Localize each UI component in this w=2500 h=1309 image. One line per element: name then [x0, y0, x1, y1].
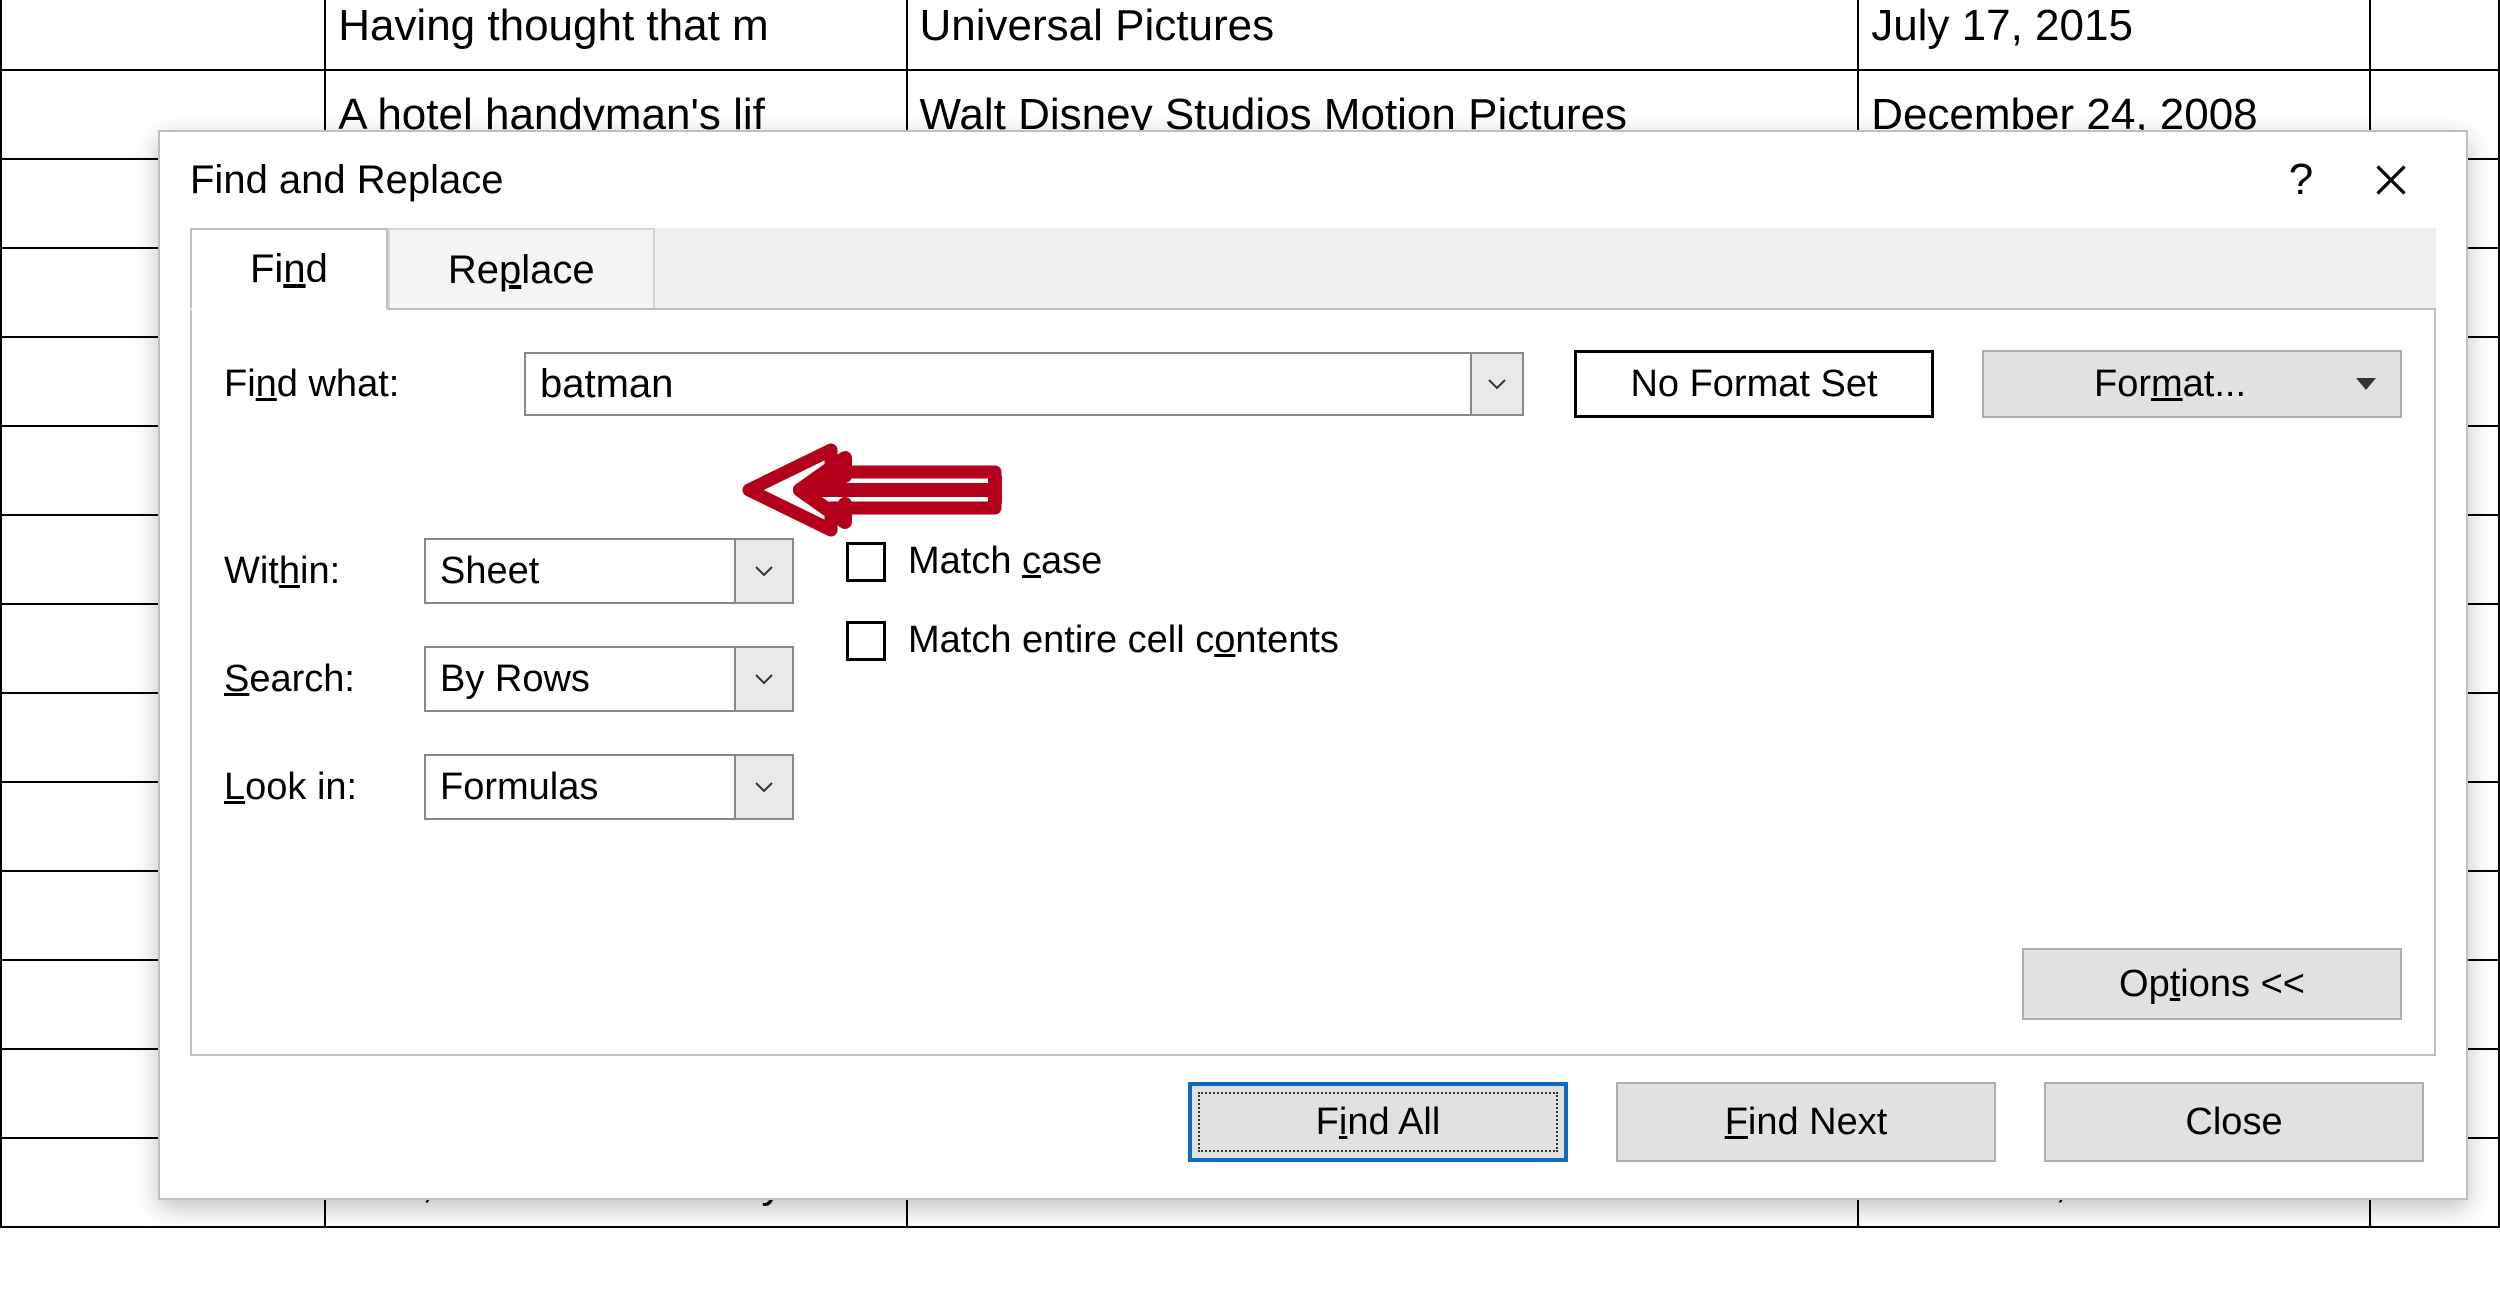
match-case-checkbox[interactable]: Match case	[846, 540, 1339, 583]
cell[interactable]	[1, 0, 325, 70]
find-what-row: Find what: No Format Set Format...	[224, 350, 2402, 418]
chevron-down-icon	[734, 756, 792, 818]
search-options: Within: Sheet Search: By Rows	[224, 538, 2402, 820]
format-preview: No Format Set	[1574, 350, 1934, 418]
within-value: Sheet	[426, 550, 734, 593]
chevron-down-icon	[734, 540, 792, 602]
format-button[interactable]: Format...	[1982, 350, 2402, 418]
checkbox-icon	[846, 621, 886, 661]
options-toggle-button[interactable]: Options <<	[2022, 948, 2402, 1020]
dialog-footer: Find All Find Next Close	[160, 1056, 2466, 1198]
dialog-body: Find Replace Find what: No Format Set	[190, 228, 2436, 1056]
find-all-button[interactable]: Find All	[1188, 1082, 1568, 1162]
search-select[interactable]: By Rows	[424, 646, 794, 712]
find-replace-dialog: Find and Replace ? Find Replace Find wha…	[158, 130, 2468, 1200]
tab-strip: Find Replace	[190, 228, 655, 310]
within-label: Within:	[224, 550, 424, 593]
chevron-down-icon	[734, 648, 792, 710]
chevron-down-icon	[2356, 378, 2376, 390]
find-next-button[interactable]: Find Next	[1616, 1082, 1996, 1162]
options-left: Within: Sheet Search: By Rows	[224, 538, 794, 820]
search-label: Search:	[224, 658, 424, 701]
options-checks: Match case Match entire cell contents	[846, 538, 1339, 820]
close-icon[interactable]	[2346, 135, 2436, 225]
tab-replace[interactable]: Replace	[388, 228, 655, 310]
find-what-dropdown[interactable]	[1470, 354, 1522, 414]
search-row: Search: By Rows	[224, 646, 794, 712]
cell[interactable]: July 17, 2015	[1858, 0, 2369, 70]
tab-find[interactable]: Find	[190, 228, 388, 310]
dialog-titlebar: Find and Replace ?	[160, 132, 2466, 228]
find-what-input[interactable]	[526, 362, 1470, 407]
lookin-value: Formulas	[426, 766, 734, 809]
lookin-label: Look in:	[224, 766, 424, 809]
match-entire-checkbox[interactable]: Match entire cell contents	[846, 619, 1339, 662]
find-what-label: Find what:	[224, 363, 524, 406]
lookin-select[interactable]: Formulas	[424, 754, 794, 820]
lookin-row: Look in: Formulas	[224, 754, 794, 820]
within-row: Within: Sheet	[224, 538, 794, 604]
cell[interactable]: Having thought that m	[325, 0, 906, 70]
cell[interactable]: Universal Pictures	[907, 0, 1859, 70]
within-select[interactable]: Sheet	[424, 538, 794, 604]
tab-panel-find: Find what: No Format Set Format...	[190, 308, 2436, 1056]
table-row: Having thought that mUniversal PicturesJ…	[1, 0, 2499, 70]
checkbox-icon	[846, 542, 886, 582]
search-value: By Rows	[426, 658, 734, 701]
dialog-title: Find and Replace	[190, 158, 2256, 203]
find-what-combo	[524, 352, 1524, 416]
close-button[interactable]: Close	[2044, 1082, 2424, 1162]
cell[interactable]	[2370, 0, 2499, 70]
help-icon[interactable]: ?	[2256, 135, 2346, 225]
